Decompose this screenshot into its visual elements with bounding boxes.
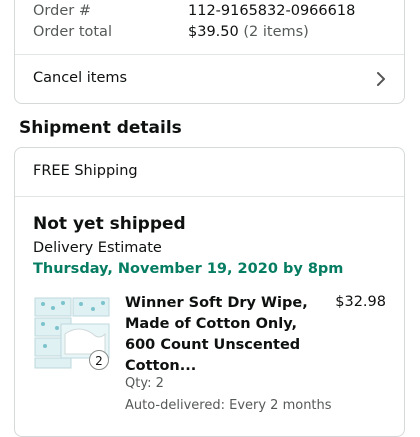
product-quantity: Qty: 2 [125,376,164,391]
order-total-value: $39.50 (2 items) [188,24,309,40]
quantity-badge: 2 [89,350,109,370]
product-price: $32.98 [335,294,386,310]
order-total-label: Order total [33,24,112,40]
product-title-link[interactable]: Winner Soft Dry Wipe, Made of Cotton Onl… [125,293,315,377]
order-item-count: (2 items) [243,24,309,40]
cancel-items-label: Cancel items [33,70,128,86]
shipment-status: Not yet shipped [33,214,186,234]
order-summary-card: Order # 112-9165832-0966618 Order total … [14,0,405,104]
chevron-right-icon [377,72,385,86]
delivery-date: Thursday, November 19, 2020 by 8pm [33,261,344,277]
auto-delivery-frequency: Auto-delivered: Every 2 months [125,398,332,413]
cancel-items-row[interactable]: Cancel items [15,55,404,105]
delivery-estimate-label: Delivery Estimate [33,240,162,256]
divider [15,196,404,197]
shipping-method: FREE Shipping [33,163,138,179]
order-total-amount: $39.50 [188,24,239,40]
shipment-details-heading: Shipment details [19,118,182,138]
order-number-value: 112-9165832-0966618 [188,3,356,19]
order-number-label: Order # [33,3,91,19]
shipment-card: FREE Shipping Not yet shipped Delivery E… [14,147,405,437]
